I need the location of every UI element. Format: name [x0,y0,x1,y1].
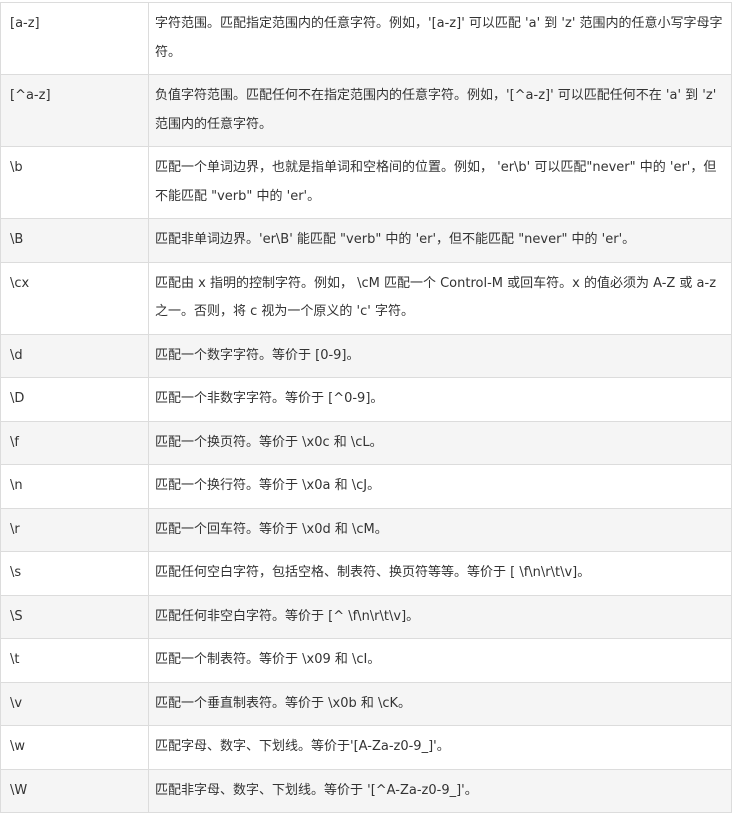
description-cell: 字符范围。匹配指定范围内的任意字符。例如，'[a-z]' 可以匹配 'a' 到 … [148,2,732,75]
table-row: [a-z] 字符范围。匹配指定范围内的任意字符。例如，'[a-z]' 可以匹配 … [0,2,732,75]
table-row: \f 匹配一个换页符。等价于 \x0c 和 \cL。 [0,420,732,465]
metachar-cell: \n [0,464,149,509]
table-row: \D 匹配一个非数字字符。等价于 [^0-9]。 [0,377,732,422]
metachar-cell: \r [0,507,149,552]
metachar-cell: \t [0,638,149,683]
table-row: \d 匹配一个数字字符。等价于 [0-9]。 [0,333,732,378]
table-row: \S 匹配任何非空白字符。等价于 [^ \f\n\r\t\v]。 [0,594,732,639]
description-cell: 匹配一个回车符。等价于 \x0d 和 \cM。 [148,507,732,552]
description-cell: 匹配任何非空白字符。等价于 [^ \f\n\r\t\v]。 [148,594,732,639]
metachar-cell: \B [0,218,149,263]
table-row: \cx 匹配由 x 指明的控制字符。例如， \cM 匹配一个 Control-M… [0,261,732,335]
description-cell: 负值字符范围。匹配任何不在指定范围内的任意字符。例如，'[^a-z]' 可以匹配… [148,74,732,147]
description-cell: 匹配由 x 指明的控制字符。例如， \cM 匹配一个 Control-M 或回车… [148,261,732,335]
table-row: \w 匹配字母、数字、下划线。等价于'[A-Za-z0-9_]'。 [0,725,732,770]
description-cell: 匹配非字母、数字、下划线。等价于 '[^A-Za-z0-9_]'。 [148,768,732,813]
description-cell: 匹配字母、数字、下划线。等价于'[A-Za-z0-9_]'。 [148,725,732,770]
metachar-cell: \f [0,420,149,465]
description-cell: 匹配一个换页符。等价于 \x0c 和 \cL。 [148,420,732,465]
table-row: \n 匹配一个换行符。等价于 \x0a 和 \cJ。 [0,464,732,509]
regex-metachar-table: [a-z] 字符范围。匹配指定范围内的任意字符。例如，'[a-z]' 可以匹配 … [0,2,732,813]
table-row: \t 匹配一个制表符。等价于 \x09 和 \cI。 [0,638,732,683]
metachar-cell: [^a-z] [0,74,149,147]
description-cell: 匹配非单词边界。'er\B' 能匹配 "verb" 中的 'er'，但不能匹配 … [148,218,732,263]
metachar-cell: \d [0,333,149,378]
metachar-cell: \w [0,725,149,770]
description-cell: 匹配一个非数字字符。等价于 [^0-9]。 [148,377,732,422]
metachar-cell: \D [0,377,149,422]
table-row: [^a-z] 负值字符范围。匹配任何不在指定范围内的任意字符。例如，'[^a-z… [0,74,732,147]
description-cell: 匹配一个换行符。等价于 \x0a 和 \cJ。 [148,464,732,509]
metachar-cell: \v [0,681,149,726]
table-row: \v 匹配一个垂直制表符。等价于 \x0b 和 \cK。 [0,681,732,726]
table-row: \b 匹配一个单词边界，也就是指单词和空格间的位置。例如， 'er\b' 可以匹… [0,146,732,219]
metachar-cell: \W [0,768,149,813]
table-row: \r 匹配一个回车符。等价于 \x0d 和 \cM。 [0,507,732,552]
description-cell: 匹配一个制表符。等价于 \x09 和 \cI。 [148,638,732,683]
table-row: \s 匹配任何空白字符，包括空格、制表符、换页符等等。等价于 [ \f\n\r\… [0,551,732,596]
description-cell: 匹配一个数字字符。等价于 [0-9]。 [148,333,732,378]
description-cell: 匹配任何空白字符，包括空格、制表符、换页符等等。等价于 [ \f\n\r\t\v… [148,551,732,596]
metachar-cell: \S [0,594,149,639]
metachar-cell: \cx [0,261,149,335]
metachar-cell: [a-z] [0,2,149,75]
table-row: \B 匹配非单词边界。'er\B' 能匹配 "verb" 中的 'er'，但不能… [0,218,732,263]
description-cell: 匹配一个垂直制表符。等价于 \x0b 和 \cK。 [148,681,732,726]
table-row: \W 匹配非字母、数字、下划线。等价于 '[^A-Za-z0-9_]'。 [0,768,732,813]
metachar-cell: \b [0,146,149,219]
metachar-cell: \s [0,551,149,596]
description-cell: 匹配一个单词边界，也就是指单词和空格间的位置。例如， 'er\b' 可以匹配"n… [148,146,732,219]
table-body: [a-z] 字符范围。匹配指定范围内的任意字符。例如，'[a-z]' 可以匹配 … [0,2,732,813]
